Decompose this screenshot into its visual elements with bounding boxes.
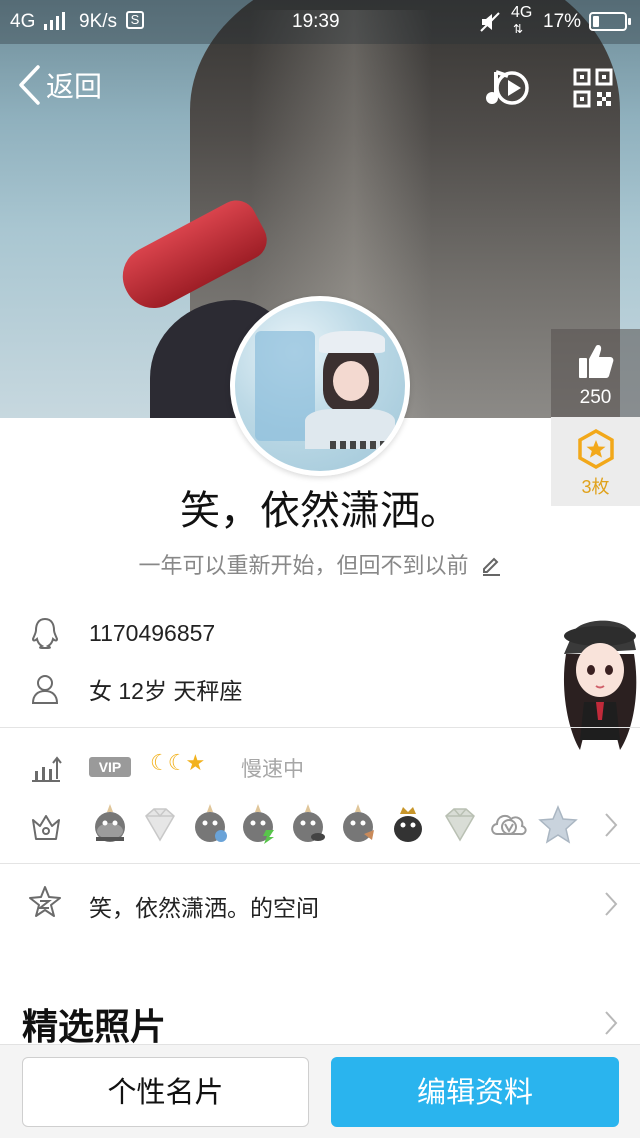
vip-status: 慢速中 [241,757,304,781]
user-outline-icon [31,675,59,704]
medal-star-icon [577,428,614,470]
edit-profile-button[interactable]: 编辑资料 [331,1057,619,1127]
signal-icon [44,12,68,36]
qzone-label: 笑，依然潇洒。的空间 [89,896,319,922]
vip-row[interactable]: VIP ☾☾★ 慢速中 [0,745,640,793]
avatar[interactable] [230,296,410,476]
qzone-star-icon [29,886,61,917]
vip-badge: VIP [89,757,131,777]
net-speed: 9K/s [79,11,118,32]
music-play-icon[interactable] [484,66,534,110]
signature-text: 一年可以重新开始，但回不到以前 [138,554,469,579]
cloud-v-badge-icon [491,814,527,836]
network-label: 4G [10,11,36,32]
personal-card-button[interactable]: 个性名片 [22,1057,309,1127]
details-row: 女 12岁 天秤座 [0,664,560,714]
back-button[interactable]: 返回 [16,64,102,106]
crown-outline-icon [32,815,60,840]
penguin-crown-badge-icon [394,807,422,842]
divider [0,727,640,728]
battery-icon [589,12,631,31]
diamond-badge-icon [445,808,475,842]
speed-s-icon: S [126,11,144,29]
chevron-right-icon [605,813,618,837]
avatar-caption [330,441,400,449]
avatar-hat [319,331,385,353]
profile-details: 女 12岁 天秤座 [89,678,243,704]
status-bar: 4G 9K/s S 19:39 4G ⇅ 17% [0,0,640,44]
star-icon: ★ [185,751,205,776]
thumbs-up-icon [578,345,613,378]
sticker-girl-image [563,620,637,750]
clock: 19:39 [292,11,340,32]
penguin-outline-icon [31,617,59,649]
moon-icon: ☾ [150,751,170,776]
growth-chart-icon [32,756,62,782]
data-arrows-icon: ⇅ [513,22,524,36]
penguin-badge-icon [293,804,325,842]
bottom-action-bar: 个性名片 编辑资料 [0,1044,640,1138]
star-badge-icon [538,805,578,844]
like-count: 250 [579,387,612,408]
penguin-badge-icon [95,804,125,842]
badges-row[interactable] [0,796,640,856]
chevron-right-icon[interactable] [604,1010,618,1036]
qr-code-icon[interactable] [573,68,613,108]
moon-icon: ☾ [167,751,188,776]
signature-row[interactable]: 一年可以重新开始，但回不到以前 [0,548,640,580]
nickname: 笑，依然潇洒。 [180,488,460,534]
network2-label: 4G [511,4,533,21]
penguin-badge-icon [243,804,274,844]
qq-number: 1170496857 [89,619,216,646]
edit-pencil-icon[interactable] [480,554,502,576]
mute-icon [480,12,500,38]
chevron-left-icon [19,65,40,105]
featured-photos-title[interactable]: 精选照片 [22,998,166,1050]
vip-level-icons: ☾☾★ [150,751,205,776]
battery-percent: 17% [543,11,582,32]
chevron-right-icon [605,892,618,916]
penguin-badge-icon [343,804,374,842]
like-button[interactable]: 250 [551,329,640,417]
divider [0,863,640,864]
back-label: 返回 [46,71,103,102]
avatar-face [333,361,369,401]
qq-number-row: 1170496857 [0,608,560,658]
diamond-badge-icon [145,808,175,842]
penguin-badge-icon [195,804,227,842]
qzone-row[interactable]: 笑，依然潇洒。的空间 [0,865,640,945]
